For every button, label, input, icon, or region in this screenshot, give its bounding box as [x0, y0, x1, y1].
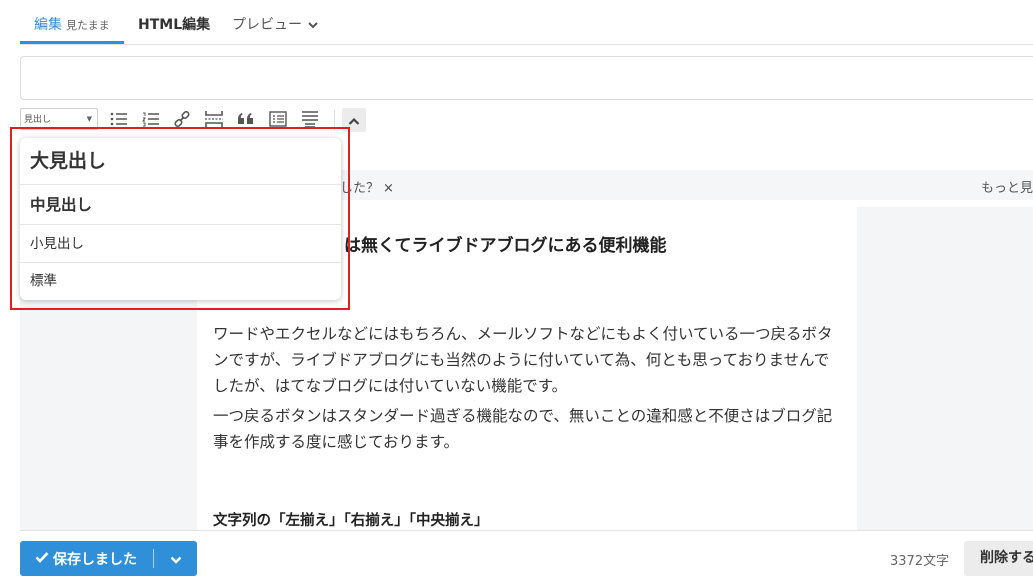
- close-icon[interactable]: ×: [383, 181, 394, 196]
- article-paragraph: ワードやエクセルなどにはもちろん、メールソフトなどにもよく付いている一つ戻るボタ…: [213, 325, 833, 395]
- save-main-button[interactable]: 保存しました: [20, 541, 152, 576]
- tab-edit-sub: 見たまま: [66, 19, 110, 32]
- save-button[interactable]: 保存しました: [20, 541, 197, 576]
- highlight-annotation: [10, 127, 350, 310]
- save-options-toggle[interactable]: [154, 541, 197, 576]
- char-count: 3372文字: [890, 554, 950, 569]
- tab-preview[interactable]: プレビュー: [232, 14, 318, 42]
- select-arrow-icon: ▼: [86, 115, 92, 123]
- more-link[interactable]: もっと見: [981, 177, 1033, 196]
- tab-preview-label: プレビュー: [232, 17, 302, 33]
- editor-tabs: 編集 見たまま HTML編集 プレビュー: [20, 0, 1033, 45]
- article-paragraph: 一つ戻るボタンはスタンダード過ぎる機能なので、無いことの違和感と不便さはブログ記…: [213, 407, 833, 451]
- delete-button[interactable]: 削除する: [964, 541, 1033, 576]
- chevron-down-icon: [170, 549, 182, 568]
- tab-edit-label: 編集: [34, 17, 62, 33]
- tab-edit[interactable]: 編集 見たまま: [20, 14, 124, 44]
- title-input[interactable]: [20, 56, 1033, 100]
- article-subheading: 文字列の「左揃え」「右揃え」「中央揃え」: [213, 513, 489, 529]
- heading-select-value: 見出し: [24, 115, 52, 125]
- tab-html-label: HTML編集: [138, 17, 211, 33]
- save-label: 保存しました: [53, 551, 137, 568]
- article-heading: は無くてライブドアブログにある便利機能: [344, 236, 667, 256]
- tab-html[interactable]: HTML編集: [138, 14, 210, 42]
- check-icon: [35, 551, 49, 567]
- chevron-down-icon: [308, 18, 318, 32]
